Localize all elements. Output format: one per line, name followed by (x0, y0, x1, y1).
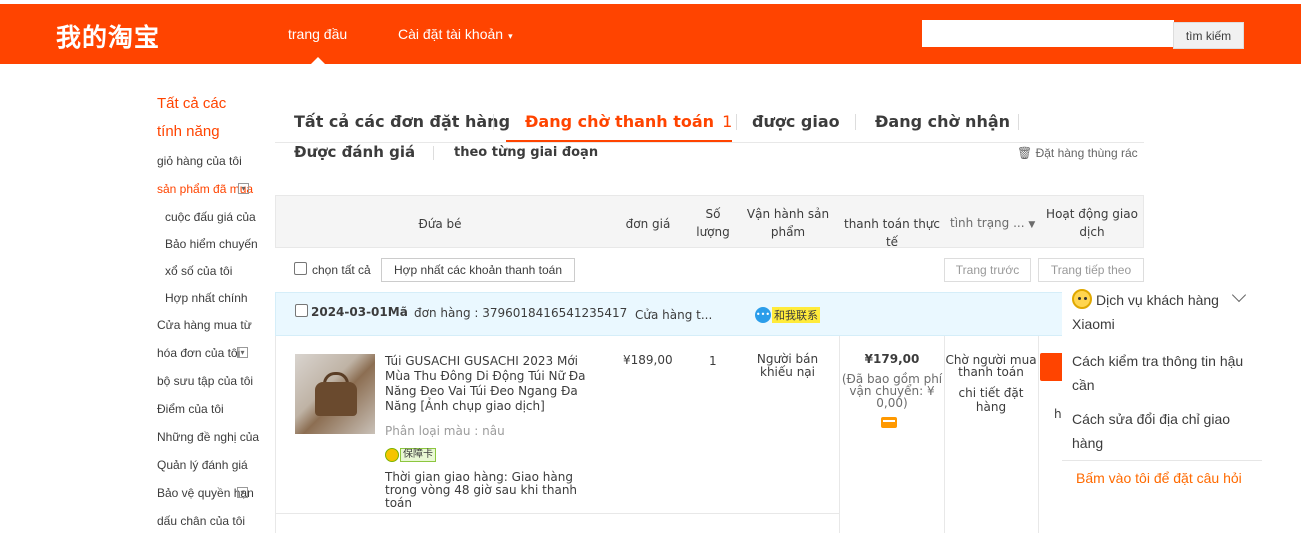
tab-divider (433, 146, 434, 160)
col-unit-price: đơn giá (625, 217, 671, 231)
sidebar-item-invoices[interactable]: hóa đơn của tôi (157, 346, 240, 360)
sidebar-item-points[interactable]: Điểm của tôi (157, 402, 224, 416)
next-page-button[interactable]: Trang tiếp theo (1038, 258, 1144, 282)
expand-toggle-icon[interactable]: ▾ (235, 345, 248, 359)
col-trade-line1: Hoạt động giao (1046, 207, 1138, 221)
robot-assistant-icon (1072, 289, 1092, 309)
tab-all-orders[interactable]: Tất cả các đơn đặt hàng (294, 112, 510, 131)
nav-account-settings[interactable]: Cài đặt tài khoản ▾ (398, 26, 513, 42)
ask-question-link[interactable]: Bấm vào tôi để đặt câu hỏi (1076, 470, 1242, 486)
contact-seller-label: 和我联系 (772, 307, 820, 323)
help-panel: Dịch vụ khách hàng Xiaomi Cách kiểm tra … (1062, 282, 1262, 500)
guarantee-card-badge[interactable]: 保障卡 (385, 447, 436, 463)
faq-logistics[interactable]: Cách kiểm tra thông tin hậu cần (1072, 349, 1257, 397)
expand-toggle-icon[interactable]: ▾ (236, 181, 249, 195)
contact-seller-button[interactable]: ••• 和我联系 (755, 307, 820, 323)
col-quantity-line1: Số (705, 207, 721, 221)
col-quantity: Số lượng (688, 205, 738, 241)
top-bar: 我的淘宝 trang đầu Cài đặt tài khoản ▾ tìm ki… (0, 4, 1301, 64)
col-actual-payment: thanh toán thực tế (843, 217, 941, 249)
sidebar-title[interactable]: Tất cả các (157, 95, 226, 112)
sidebar-item-auctions[interactable]: cuộc đấu giá của (165, 210, 256, 224)
product-thumbnail[interactable] (295, 354, 375, 434)
delivery-time-note: Thời gian giao hàng: Giao hàng trong vòn… (385, 470, 578, 510)
sidebar-item-favorites[interactable]: bộ sưu tập của tôi (157, 374, 253, 388)
tab-divider (493, 114, 494, 130)
active-nav-caret-icon (311, 57, 325, 64)
bag-body-shape (315, 382, 357, 416)
seller-complaint-link[interactable]: Người bán khiếu nại (740, 353, 835, 379)
sidebar-item-lottery[interactable]: xổ số của tôi (165, 264, 232, 278)
sidebar-item-offers[interactable]: Những đề nghị của (157, 430, 259, 444)
sidebar-item-travel-insurance[interactable]: Bảo hiểm chuyến (165, 237, 258, 251)
order-date: 2024-03-01Mã (311, 305, 408, 319)
col-quantity-line2: lượng (696, 225, 730, 239)
search-input[interactable] (922, 20, 1174, 47)
active-tab-underline (506, 140, 732, 142)
nav-account-label: Cài đặt tài khoản (398, 26, 504, 42)
chevron-down-icon: ▾ (508, 31, 513, 41)
search-button[interactable]: tìm kiếm (1173, 22, 1244, 49)
help-divider (1062, 460, 1262, 461)
expand-toggle-icon[interactable]: ▾ (235, 485, 248, 499)
col-product: Đứa bé (418, 217, 462, 231)
column-divider (1038, 336, 1039, 533)
faq-edit-address[interactable]: Cách sửa đổi địa chỉ giao hàng (1072, 407, 1257, 455)
sidebar-item-footprints[interactable]: dấu chân của tôi (157, 514, 245, 528)
trade-action-text[interactable]: h (1054, 407, 1062, 421)
col-operation-line1: Vận hành sản (746, 207, 830, 221)
tab-label: Đang chờ thanh toán (525, 112, 715, 131)
payment-card-icon (881, 417, 897, 428)
tab-by-stage[interactable]: theo từng giai đoạn (454, 145, 598, 160)
guarantee-icon (385, 448, 399, 462)
product-variant: Phân loại màu : nâu (385, 424, 505, 438)
tab-count-badge: 1 (722, 112, 733, 131)
status-filter-label: tình trạng ... (950, 216, 1025, 230)
merge-payment-button[interactable]: Hợp nhất các khoản thanh toán (381, 258, 575, 282)
col-operation: Vận hành sản phẩm (742, 205, 834, 241)
order-checkbox[interactable] (295, 304, 308, 317)
order-status: Chờ người mua thanh toán (945, 353, 1037, 379)
shipping-fee-note: (Đã bao gồm phí vận chuyển: ¥ 0,00) (841, 372, 943, 410)
tab-divider (1018, 114, 1019, 130)
actual-payment-total: ¥179,00 (864, 352, 920, 366)
select-all-label[interactable]: chọn tất cả (312, 263, 371, 277)
col-trade-line2: dịch (1079, 225, 1105, 239)
tab-pending-payment[interactable]: Đang chờ thanh toán 1 (525, 112, 732, 131)
order-detail-link[interactable]: chi tiết đặt hàng (945, 386, 1037, 414)
tab-divider (736, 114, 737, 130)
trash-label: Đặt hàng thùng rác (1035, 146, 1138, 160)
sidebar-title-line2[interactable]: tính năng (157, 123, 220, 140)
tab-awaiting-receipt[interactable]: Đang chờ nhận (875, 112, 1010, 131)
col-trade-actions: Hoạt động giao dịch (1040, 205, 1144, 241)
trash-icon: 🗑 (1017, 146, 1033, 160)
order-trash-link[interactable]: 🗑 Đặt hàng thùng rác (1017, 146, 1138, 160)
unit-price: ¥189,00 (623, 353, 673, 367)
my-taobao-logo[interactable]: 我的淘宝 (56, 18, 160, 54)
col-operation-line2: phẩm (770, 225, 806, 239)
chat-bubble-icon: ••• (755, 307, 771, 323)
tab-delivered[interactable]: được giao (752, 112, 840, 131)
sidebar-item-shops-bought[interactable]: Cửa hàng mua từ (157, 318, 252, 332)
customer-service-item[interactable]: Dịch vụ khách hàng Xiaomi (1072, 288, 1257, 336)
customer-service-label: Dịch vụ khách hàng Xiaomi (1072, 292, 1219, 332)
select-all-checkbox[interactable] (294, 262, 307, 275)
sidebar-item-merge-main[interactable]: Hợp nhất chính (165, 291, 248, 305)
shop-name-link[interactable]: Cửa hàng t... (635, 308, 712, 322)
row-divider (276, 513, 839, 514)
tab-divider (855, 114, 856, 130)
pay-now-button[interactable] (1040, 353, 1064, 381)
guarantee-label: 保障卡 (400, 448, 436, 462)
sidebar-item-cart[interactable]: giỏ hàng của tôi (157, 154, 242, 168)
order-number: đơn hàng : 3796018416541235417 (414, 306, 628, 320)
prev-page-button[interactable]: Trang trước (944, 258, 1031, 282)
quantity: 1 (709, 354, 717, 368)
nav-home-link[interactable]: trang đầu (288, 26, 347, 42)
sidebar-item-reviews[interactable]: Quản lý đánh giá (157, 458, 248, 472)
product-title-link[interactable]: Túi GUSACHI GUSACHI 2023 Mới Mùa Thu Đôn… (385, 354, 607, 414)
chevron-down-icon: ▼ (1028, 220, 1036, 230)
tab-to-review[interactable]: Được đánh giá (294, 143, 415, 161)
status-filter-dropdown[interactable]: tình trạng ... ▼ (950, 214, 1036, 234)
